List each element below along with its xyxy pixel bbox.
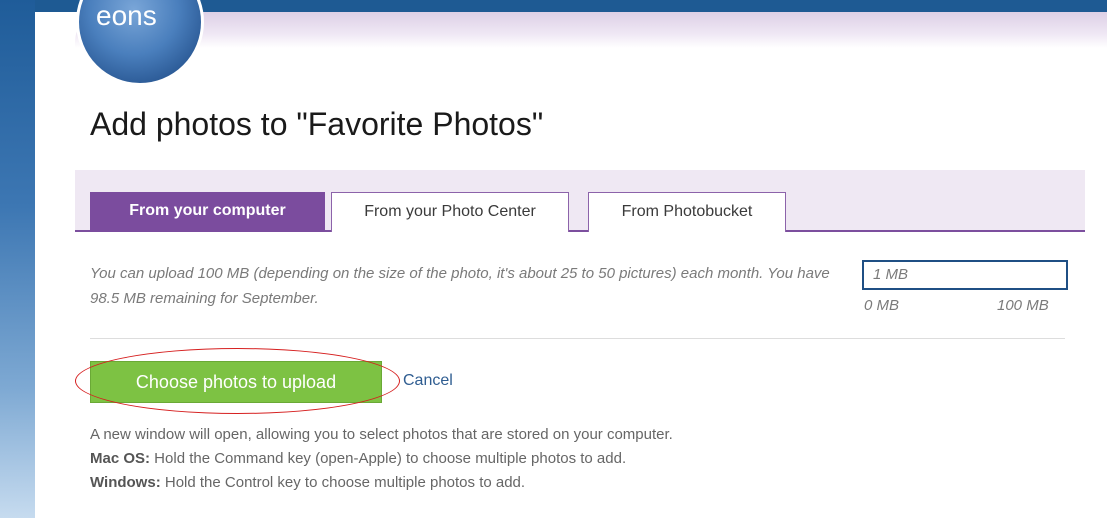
mac-os-instructions: Hold the Command key (open-Apple) to cho… <box>150 450 627 467</box>
tab-from-photobucket[interactable]: From Photobucket <box>588 192 786 232</box>
choose-photos-button[interactable]: Choose photos to upload <box>90 361 382 403</box>
quota-meter: 1 MB <box>862 260 1068 290</box>
windows-label: Windows: <box>90 474 161 491</box>
quota-description: You can upload 100 MB (depending on the … <box>90 265 830 307</box>
help-text-windows: Windows: Hold the Control key to choose … <box>90 473 525 493</box>
logo-text: eons <box>96 0 157 31</box>
tab-from-photo-center[interactable]: From your Photo Center <box>331 192 569 232</box>
section-divider <box>90 338 1065 339</box>
windows-instructions: Hold the Control key to choose multiple … <box>160 474 526 491</box>
cancel-link[interactable]: Cancel <box>403 372 453 390</box>
quota-max-label: 100 MB <box>997 297 1049 314</box>
page: eons Add photos to "Favorite Photos" Fro… <box>0 0 1107 518</box>
left-gradient-strip <box>0 0 35 518</box>
tab-bar: From your computer From your Photo Cente… <box>75 170 1085 232</box>
quota-min-label: 0 MB <box>864 297 900 314</box>
help-text-new-window: A new window will open, allowing you to … <box>90 426 673 443</box>
page-title: Add photos to "Favorite Photos" <box>90 106 544 142</box>
tab-from-computer[interactable]: From your computer <box>90 192 325 232</box>
quota-used-label: 1 MB <box>873 266 909 283</box>
help-text-mac: Mac OS: Hold the Command key (open-Apple… <box>90 449 626 469</box>
mac-os-label: Mac OS: <box>90 450 151 467</box>
header-purple-band <box>75 12 1107 48</box>
